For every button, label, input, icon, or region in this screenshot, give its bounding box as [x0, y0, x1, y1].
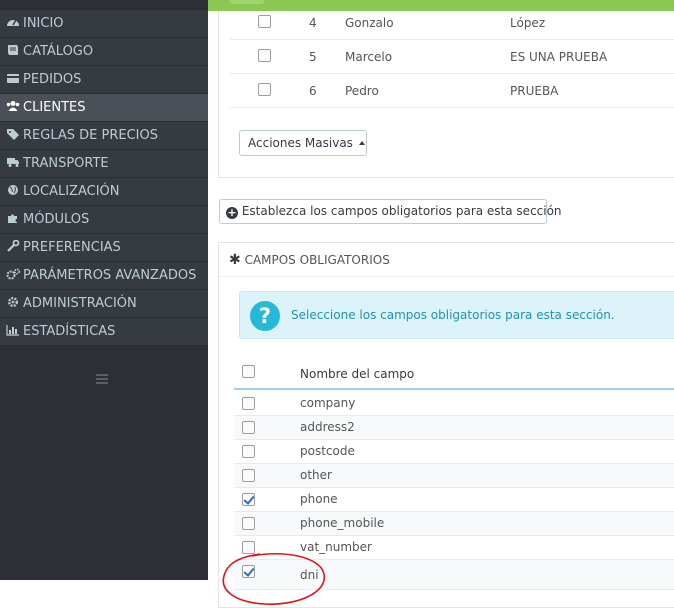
puzzle-icon	[6, 212, 20, 224]
cell-id: 5	[309, 50, 317, 64]
field-checkbox[interactable]	[242, 445, 255, 458]
table-row[interactable]: address2	[234, 416, 674, 440]
sidebar-item-preferencias[interactable]: PREFERENCIAS	[0, 234, 208, 262]
field-name: phone	[300, 492, 338, 506]
sidebar-item-label: PEDIDOS	[23, 72, 82, 87]
field-checkbox[interactable]	[242, 421, 255, 434]
sidebar-item-label: ESTADÍSTICAS	[23, 324, 116, 339]
set-required-fields-label: Establezca los campos obligatorios para …	[241, 204, 562, 218]
row-checkbox[interactable]	[258, 49, 271, 62]
header-tab	[230, 0, 264, 4]
table-row[interactable]: phone_mobile	[234, 512, 674, 536]
cell-id: 6	[309, 84, 317, 98]
alert-text: Seleccione los campos obligatorios para …	[291, 308, 615, 322]
info-alert: ? Seleccione los campos obligatorios par…	[239, 291, 674, 339]
tags-icon	[6, 128, 20, 140]
field-checkbox[interactable]	[242, 469, 255, 482]
field-checkbox[interactable]	[242, 493, 255, 506]
sidebar-item-label: PREFERENCIAS	[23, 240, 121, 255]
cell-lastname: PRUEBA	[510, 84, 559, 98]
table-row[interactable]: dni	[234, 560, 674, 590]
sidebar-item-catalogo[interactable]: CATÁLOGO	[0, 38, 208, 66]
sidebar-item-label: LOCALIZACIÓN	[23, 184, 120, 199]
sidebar-item-label: CATÁLOGO	[23, 44, 94, 59]
row-checkbox[interactable]	[258, 15, 271, 28]
select-all-checkbox[interactable]	[242, 365, 255, 378]
globe-icon	[6, 184, 20, 196]
sidebar-item-label: MÓDULOS	[23, 212, 90, 227]
table-row[interactable]: postcode	[234, 440, 674, 464]
sidebar: INICIO CATÁLOGO PEDIDOS CLIENTES REGLAS …	[0, 0, 208, 580]
sidebar-item-label: CLIENTES	[23, 100, 86, 115]
book-icon	[6, 44, 20, 56]
plus-circle-icon: +	[226, 206, 238, 219]
wrench-icon	[6, 240, 20, 252]
sidebar-item-localizacion[interactable]: LOCALIZACIÓN	[0, 178, 208, 206]
sidebar-item-label: ADMINISTRACIÓN	[23, 296, 137, 311]
field-checkbox[interactable]	[242, 397, 255, 410]
cell-lastname: López	[510, 16, 546, 30]
tachometer-icon	[6, 16, 20, 28]
sidebar-item-estadisticas[interactable]: ESTADÍSTICAS	[0, 318, 208, 346]
sidebar-item-modulos[interactable]: MÓDULOS	[0, 206, 208, 234]
sidebar-item-label: INICIO	[23, 16, 64, 31]
question-icon: ?	[250, 301, 280, 331]
page-background	[0, 580, 208, 608]
sidebar-item-administracion[interactable]: ADMINISTRACIÓN	[0, 290, 208, 318]
field-checkbox[interactable]	[242, 541, 255, 554]
field-checkbox[interactable]	[242, 565, 255, 578]
sidebar-item-label: TRANSPORTE	[23, 156, 109, 171]
field-name: dni	[300, 568, 319, 582]
fields-table-header: Nombre del campo	[234, 358, 674, 390]
column-header-field-name: Nombre del campo	[300, 367, 415, 381]
set-required-fields-button[interactable]: + Establezca los campos obligatorios par…	[219, 199, 562, 224]
bars-icon[interactable]	[95, 370, 109, 384]
cell-lastname: ES UNA PRUEBA	[510, 50, 608, 64]
sidebar-item-label: REGLAS DE PRECIOS	[23, 128, 158, 143]
field-name: postcode	[300, 444, 355, 458]
asterisk-icon: ✱	[229, 252, 241, 268]
caret-up-icon	[358, 141, 365, 145]
table-row[interactable]: company	[234, 392, 674, 416]
sidebar-item-reglas-de-precios[interactable]: REGLAS DE PRECIOS	[0, 122, 208, 150]
sidebar-item-label: PARÁMETROS AVANZADOS	[23, 268, 197, 283]
credit-card-icon	[6, 72, 20, 84]
cogs-icon	[6, 268, 20, 280]
main-content: 4 Gonzalo López 5 Marcelo ES UNA PRUEBA …	[208, 0, 674, 608]
required-fields-panel: ✱ CAMPOS OBLIGATORIOS ? Seleccione los c…	[218, 242, 674, 608]
table-row[interactable]: other	[234, 464, 674, 488]
cog-icon	[6, 296, 20, 308]
table-row[interactable]: 4 Gonzalo López	[230, 6, 674, 40]
field-checkbox[interactable]	[242, 517, 255, 530]
panel-title: CAMPOS OBLIGATORIOS	[244, 253, 390, 267]
sidebar-item-inicio[interactable]: INICIO	[0, 10, 208, 38]
bulk-actions-button[interactable]: Acciones Masivas	[239, 130, 367, 156]
truck-icon	[6, 156, 20, 168]
panel-heading: ✱ CAMPOS OBLIGATORIOS	[219, 243, 674, 277]
sidebar-item-transporte[interactable]: TRANSPORTE	[0, 150, 208, 178]
cell-firstname: Pedro	[345, 84, 379, 98]
field-name: phone_mobile	[300, 516, 385, 530]
field-name: other	[300, 468, 332, 482]
field-name: address2	[300, 420, 355, 434]
table-row[interactable]: 6 Pedro PRUEBA	[230, 74, 674, 108]
table-row[interactable]: vat_number	[234, 536, 674, 560]
users-icon	[6, 100, 20, 112]
field-name: company	[300, 396, 356, 410]
bar-chart-icon	[6, 324, 20, 336]
field-name: vat_number	[300, 540, 372, 554]
cell-firstname: Marcelo	[345, 50, 393, 64]
row-checkbox[interactable]	[258, 83, 271, 96]
table-row[interactable]: 5 Marcelo ES UNA PRUEBA	[230, 40, 674, 74]
cell-firstname: Gonzalo	[345, 16, 394, 30]
sidebar-item-clientes[interactable]: CLIENTES	[0, 94, 208, 122]
bulk-actions-label: Acciones Masivas	[248, 136, 353, 150]
table-row[interactable]: phone	[234, 488, 674, 512]
sidebar-item-parametros-avanzados[interactable]: PARÁMETROS AVANZADOS	[0, 262, 208, 290]
sidebar-item-pedidos[interactable]: PEDIDOS	[0, 66, 208, 94]
cell-id: 4	[309, 16, 317, 30]
